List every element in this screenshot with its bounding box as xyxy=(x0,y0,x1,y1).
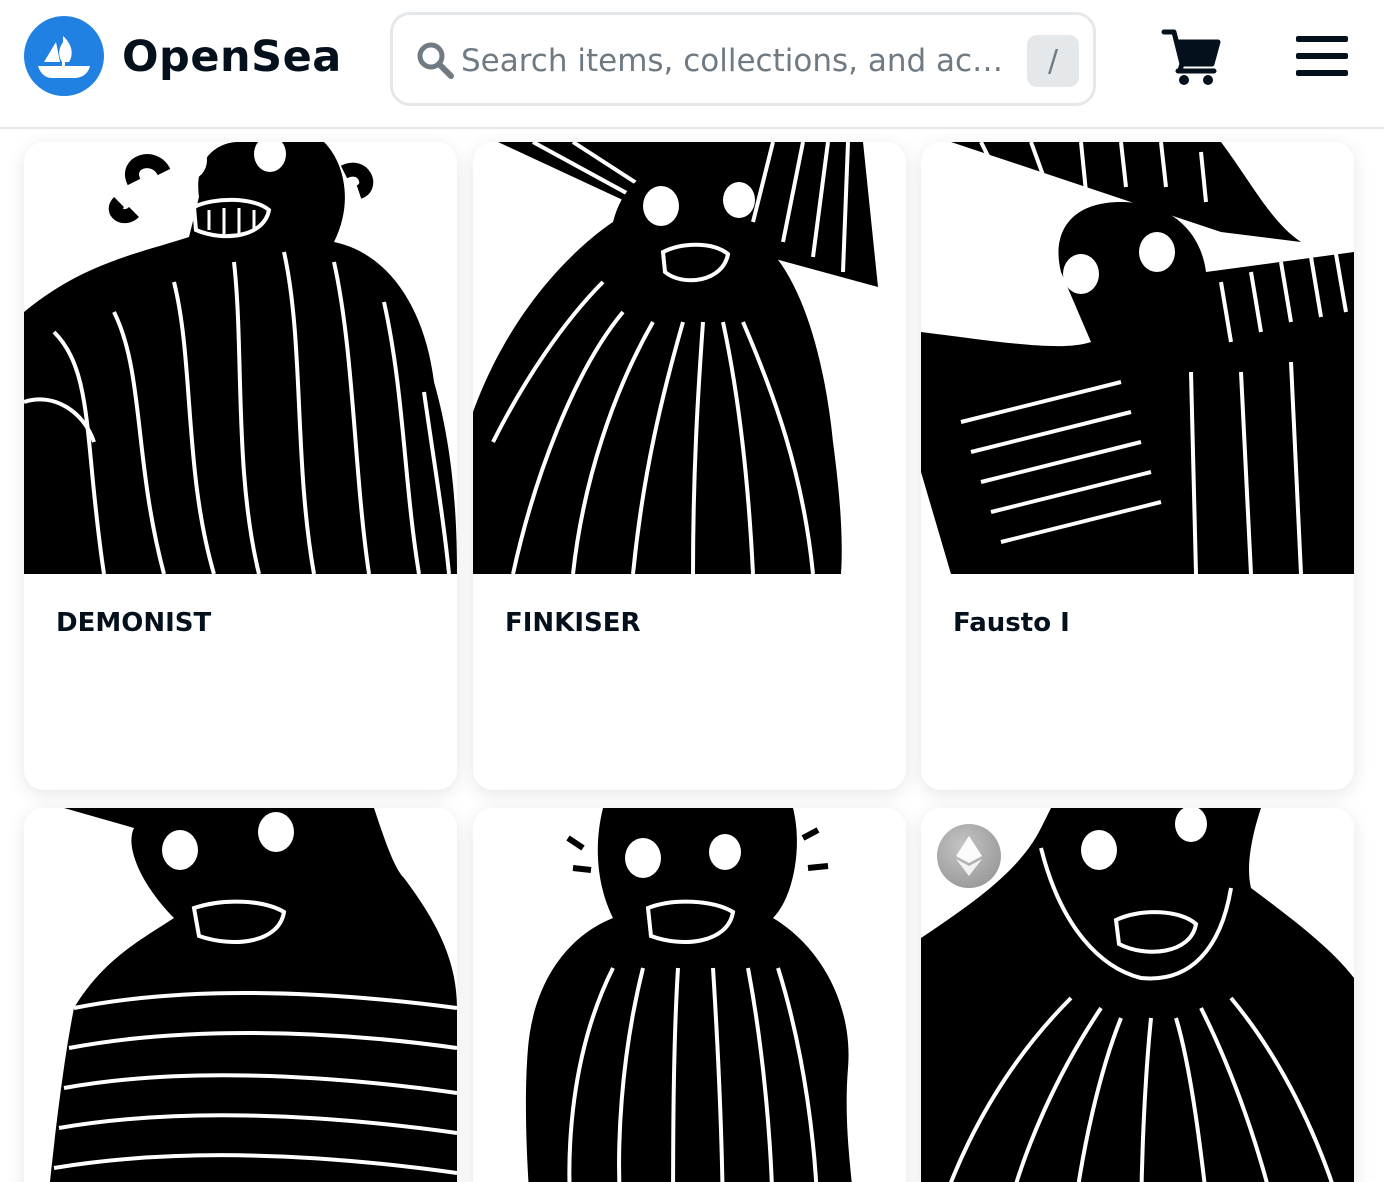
nft-card[interactable]: Fausto I xyxy=(921,142,1354,790)
nft-artwork-image[interactable] xyxy=(473,142,906,574)
brand-name[interactable]: OpenSea xyxy=(122,28,342,86)
hamburger-menu-icon[interactable] xyxy=(1296,36,1348,76)
nft-artwork-image[interactable] xyxy=(24,142,457,574)
search-shortcut-key: / xyxy=(1027,35,1079,87)
ethereum-icon xyxy=(937,824,1001,888)
top-navbar: OpenSea / xyxy=(0,0,1384,129)
nft-title[interactable]: DEMONIST xyxy=(56,608,211,638)
nft-artwork-image[interactable] xyxy=(24,808,457,1182)
nft-card[interactable]: FINKISER xyxy=(473,142,906,790)
nft-card[interactable] xyxy=(473,808,906,1182)
nft-title[interactable]: Fausto I xyxy=(953,608,1070,638)
nft-title[interactable]: FINKISER xyxy=(505,608,641,638)
nft-card[interactable] xyxy=(921,808,1354,1182)
nft-card[interactable]: DEMONIST xyxy=(24,142,457,790)
opensea-logo-icon[interactable] xyxy=(24,16,104,96)
nft-artwork-image[interactable] xyxy=(473,808,906,1182)
search-input[interactable] xyxy=(461,33,1021,89)
cart-icon[interactable] xyxy=(1160,24,1224,88)
nft-card[interactable] xyxy=(24,808,457,1182)
search-bar[interactable]: / xyxy=(390,12,1096,106)
search-icon xyxy=(417,42,454,79)
nft-artwork-image[interactable] xyxy=(921,142,1354,574)
